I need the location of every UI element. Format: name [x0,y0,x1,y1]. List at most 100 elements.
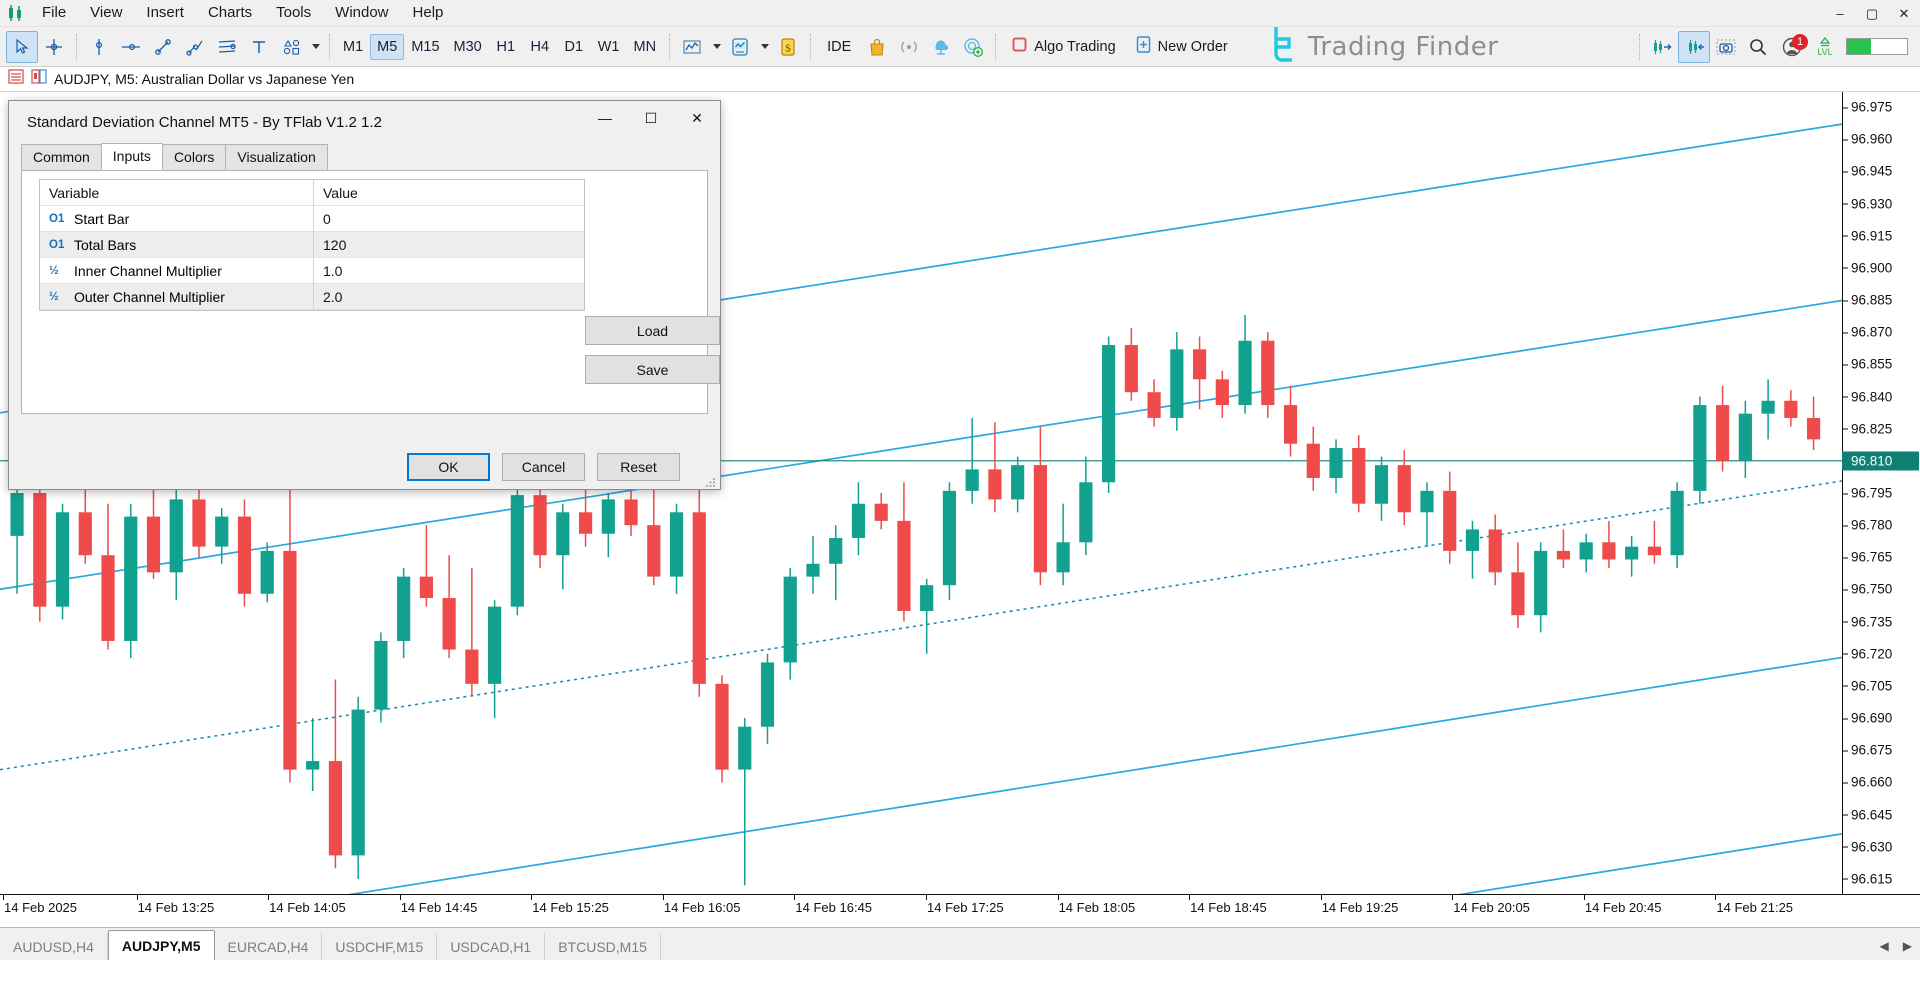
text-tool-icon[interactable] [243,31,275,63]
input-value-cell[interactable]: 120 [314,237,346,253]
timeframe-w1[interactable]: W1 [591,34,627,60]
indicators-chevron-down-icon[interactable] [756,31,772,63]
input-value-cell[interactable]: 0 [314,211,331,227]
price-tick-label: 96.960 [1842,132,1920,147]
maximize-button[interactable]: ▢ [1856,0,1888,27]
lvl-icon[interactable]: LVL [1810,31,1840,63]
vertical-line-icon[interactable] [83,31,115,63]
signals-broadcast-icon[interactable] [893,31,925,63]
menu-view[interactable]: View [78,0,134,26]
polyline-icon[interactable] [179,31,211,63]
candle-body [943,491,956,585]
indicator-properties-dialog[interactable]: Standard Deviation Channel MT5 - By TFla… [8,100,721,490]
dialog-minimize-button[interactable]: — [582,101,628,135]
load-button[interactable]: Load [585,316,720,345]
crosshair-icon[interactable] [38,31,70,63]
input-value-cell[interactable]: 2.0 [314,289,342,305]
dialog-maximize-button[interactable]: ☐ [628,101,674,135]
horizontal-line-icon[interactable] [115,31,147,63]
ok-button[interactable]: OK [407,453,490,481]
market-bag-icon[interactable] [861,31,893,63]
cancel-button[interactable]: Cancel [502,453,585,481]
timeframe-h4[interactable]: H4 [523,34,557,60]
chart-tab[interactable]: BTCUSD,M15 [545,933,661,960]
timeframe-m1[interactable]: M1 [336,34,370,60]
copy-signal-icon[interactable] [957,31,989,63]
input-variable-label: Outer Channel Multiplier [74,289,225,305]
integer-type-icon: O1 [49,239,67,251]
input-value-cell[interactable]: 1.0 [314,263,342,279]
cursor-arrow-icon[interactable] [6,31,38,63]
data-window-icon[interactable] [8,69,24,89]
reset-button[interactable]: Reset [597,453,680,481]
ide-button[interactable]: IDE [817,33,861,61]
trendline-icon[interactable] [147,31,179,63]
account-badge: 1 [1792,34,1808,50]
account-avatar-icon[interactable]: 1 [1774,31,1810,63]
screenshot-camera-icon[interactable] [1710,31,1742,63]
shapes-icon[interactable] [275,31,307,63]
dollar-tool-icon[interactable]: $ [772,31,804,63]
candle-body [852,504,865,538]
inputs-table[interactable]: Variable Value O1Start Bar0O1Total Bars1… [39,179,585,311]
timeframe-m30[interactable]: M30 [447,34,489,60]
price-axis[interactable]: 96.97596.96096.94596.93096.91596.90096.8… [1842,92,1920,894]
timeframe-m5[interactable]: M5 [370,34,404,60]
close-button[interactable]: ✕ [1888,0,1920,27]
candle-body [1625,547,1638,560]
save-button[interactable]: Save [585,355,720,384]
line-chart-chevron-down-icon[interactable] [708,31,724,63]
chart-tab[interactable]: USDCHF,M15 [322,933,437,960]
scroll-left-icon[interactable]: ◀ [1880,939,1889,953]
algo-trading-button[interactable]: Algo Trading [1002,33,1125,61]
vps-cloud-icon[interactable] [925,31,957,63]
table-row[interactable]: ½Outer Channel Multiplier2.0 [40,284,584,310]
timeframe-h1[interactable]: H1 [489,34,523,60]
menu-insert[interactable]: Insert [134,0,196,26]
menu-charts[interactable]: Charts [196,0,264,26]
search-icon[interactable] [1742,31,1774,63]
chart-tab[interactable]: EURCAD,H4 [215,933,323,960]
chart-tab[interactable]: AUDUSD,H4 [0,933,108,960]
chart-window-icon[interactable] [31,69,47,89]
shapes-dropdown-chevron-down-icon[interactable] [307,31,323,63]
integer-type-icon: O1 [49,213,67,225]
table-row[interactable]: ½Inner Channel Multiplier1.0 [40,258,584,284]
dialog-title-bar[interactable]: Standard Deviation Channel MT5 - By TFla… [9,101,720,143]
candle-body [1602,542,1615,559]
candle-body [33,493,46,607]
column-header-variable: Variable [40,180,314,206]
tab-inputs[interactable]: Inputs [101,143,163,170]
table-header-row: Variable Value [40,180,584,206]
tab-colors[interactable]: Colors [162,144,226,170]
menu-file[interactable]: File [30,0,78,26]
equidistant-channel-icon[interactable] [211,31,243,63]
tab-common[interactable]: Common [21,144,102,170]
candle-body [1420,491,1433,512]
table-row[interactable]: O1Start Bar0 [40,206,584,232]
new-order-button[interactable]: New Order [1126,33,1238,61]
timeframe-mn[interactable]: MN [627,34,664,60]
table-row[interactable]: O1Total Bars120 [40,232,584,258]
dialog-close-button[interactable]: ✕ [674,101,720,135]
chart-shift-left-icon[interactable] [1678,31,1710,63]
line-chart-icon[interactable] [676,31,708,63]
main-toolbar: M1 M5 M15 M30 H1 H4 D1 W1 MN $ IDE Algo … [0,27,1920,67]
timeframe-m15[interactable]: M15 [404,34,446,60]
chart-shift-right-icon[interactable] [1646,31,1678,63]
connection-strength-bar[interactable] [1840,31,1914,63]
tab-visualization[interactable]: Visualization [225,144,327,170]
scroll-right-icon[interactable]: ▶ [1903,939,1912,953]
indicators-icon[interactable] [724,31,756,63]
resize-grip[interactable] [705,475,717,487]
menu-help[interactable]: Help [401,0,456,26]
symbol-bar: AUDJPY, M5: Australian Dollar vs Japanes… [0,67,1920,92]
candle-body [1398,465,1411,512]
chart-tab[interactable]: USDCAD,H1 [437,933,545,960]
time-axis[interactable]: 14 Feb 202514 Feb 13:2514 Feb 14:0514 Fe… [0,894,1920,927]
minimize-button[interactable]: – [1824,0,1856,27]
menu-tools[interactable]: Tools [264,0,323,26]
menu-window[interactable]: Window [323,0,400,26]
chart-tab[interactable]: AUDJPY,M5 [108,930,215,960]
timeframe-d1[interactable]: D1 [557,34,591,60]
